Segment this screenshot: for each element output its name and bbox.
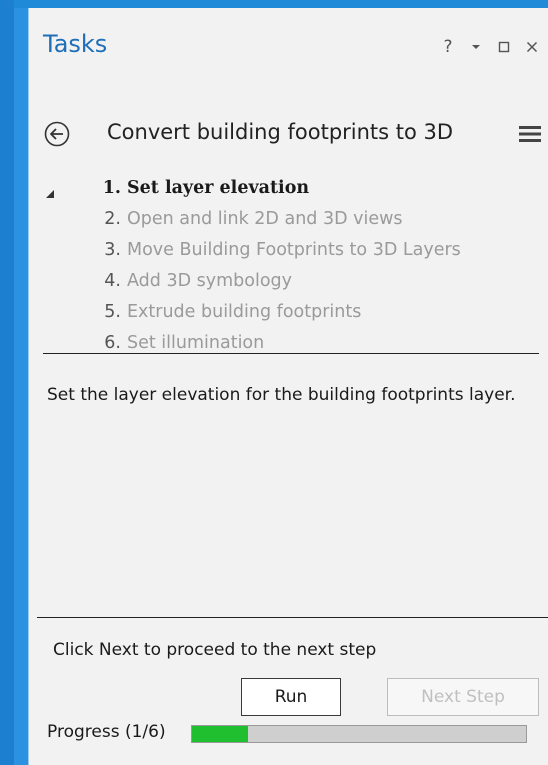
hamburger-menu-icon bbox=[519, 126, 541, 142]
divider bbox=[37, 617, 548, 618]
step-number: 5. bbox=[104, 302, 121, 322]
run-button[interactable]: Run bbox=[241, 678, 341, 716]
task-title: Convert building footprints to 3D bbox=[107, 120, 454, 144]
step-label: Set layer elevation bbox=[127, 178, 310, 198]
step-label: Move Building Footprints to 3D Layers bbox=[127, 240, 461, 260]
tasks-pane: Tasks ? Convert building footprints to 3… bbox=[28, 8, 548, 765]
step-number: 2. bbox=[104, 209, 121, 229]
step-number: 3. bbox=[104, 240, 121, 260]
help-button[interactable]: ? bbox=[441, 37, 455, 57]
step-item-2[interactable]: 2. Open and link 2D and 3D views bbox=[29, 209, 548, 239]
step-label: Add 3D symbology bbox=[127, 271, 292, 291]
progress-bar bbox=[191, 725, 527, 743]
maximize-icon bbox=[498, 41, 510, 53]
step-label: Open and link 2D and 3D views bbox=[127, 209, 403, 229]
step-description: Set the layer elevation for the building… bbox=[47, 385, 516, 405]
window-top-edge bbox=[0, 0, 548, 8]
step-item-3[interactable]: 3. Move Building Footprints to 3D Layers bbox=[29, 240, 548, 270]
step-item-1[interactable]: 1. Set layer elevation bbox=[29, 178, 548, 208]
help-icon: ? bbox=[443, 37, 453, 57]
step-item-6[interactable]: 6. Set illumination bbox=[29, 333, 548, 363]
window-left-edge bbox=[0, 0, 14, 765]
step-number: 6. bbox=[104, 333, 121, 353]
chevron-down-icon bbox=[472, 45, 480, 49]
back-button[interactable] bbox=[43, 120, 71, 148]
instruction-hint: Click Next to proceed to the next step bbox=[53, 640, 377, 660]
close-button[interactable] bbox=[525, 38, 539, 56]
progress-label: Progress (1/6) bbox=[47, 722, 166, 742]
step-number: 1. bbox=[102, 178, 121, 198]
task-menu-button[interactable] bbox=[519, 124, 541, 146]
step-number: 4. bbox=[104, 271, 121, 291]
task-header: Convert building footprints to 3D bbox=[29, 116, 548, 156]
pane-titlebar: Tasks ? bbox=[29, 8, 548, 78]
maximize-button[interactable] bbox=[497, 38, 511, 56]
close-icon bbox=[526, 41, 538, 53]
pane-title: Tasks bbox=[43, 30, 108, 58]
pane-controls: ? bbox=[441, 37, 539, 57]
step-label: Extrude building footprints bbox=[127, 302, 362, 322]
step-label: Set illumination bbox=[127, 333, 265, 353]
pane-left-border bbox=[14, 8, 28, 765]
back-arrow-icon bbox=[44, 121, 70, 147]
divider bbox=[43, 353, 539, 354]
dropdown-button[interactable] bbox=[469, 38, 483, 56]
step-item-5[interactable]: 5. Extrude building footprints bbox=[29, 302, 548, 332]
step-item-4[interactable]: 4. Add 3D symbology bbox=[29, 271, 548, 301]
progress-fill bbox=[192, 726, 248, 742]
next-step-button[interactable]: Next Step bbox=[387, 678, 539, 716]
